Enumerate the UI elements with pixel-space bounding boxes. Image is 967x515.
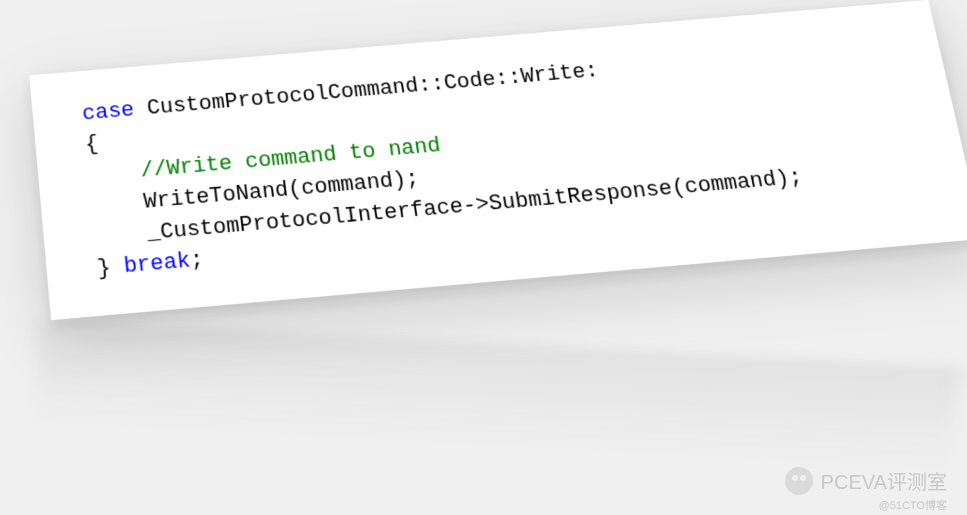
watermark-subtext: @51CTO博客 [879,497,947,513]
wechat-icon [785,467,813,495]
keyword-break: break [123,249,192,280]
code-snippet-card: case CustomProtocolCommand::Code::Write:… [29,0,967,320]
keyword-case: case [81,98,135,126]
reflection-shadow [34,320,964,488]
watermark: PCEVA评测室 [785,466,947,495]
watermark-text: PCEVA评测室 [821,466,947,495]
brace-close: } [96,255,125,282]
semicolon: ; [189,248,205,274]
